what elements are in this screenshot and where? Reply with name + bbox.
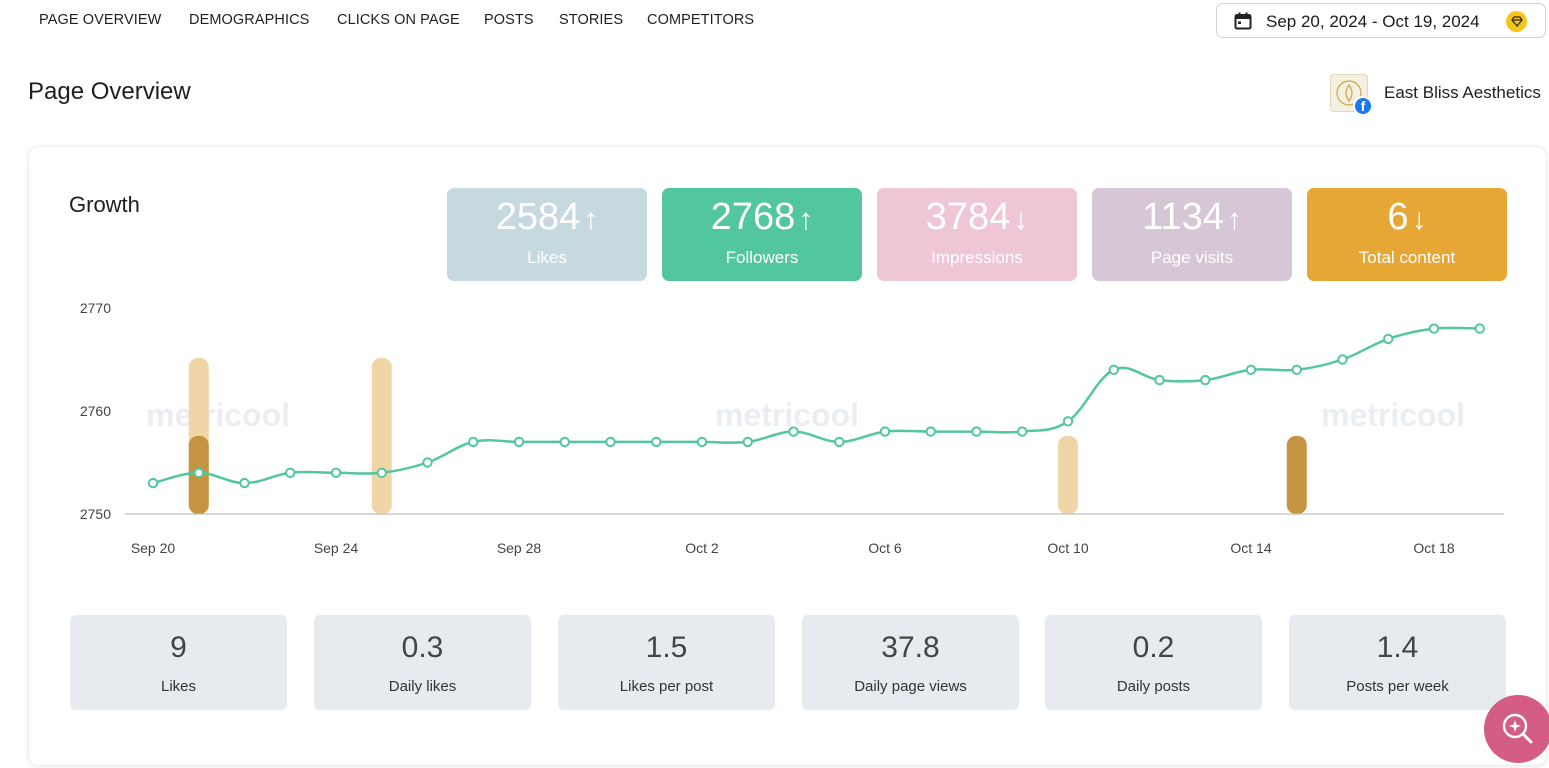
stat-label: Likes bbox=[160, 678, 197, 695]
followers-point bbox=[422, 457, 433, 468]
stat-value: 0.2 bbox=[1132, 631, 1175, 664]
y-tick-label: 2750 bbox=[80, 506, 111, 522]
x-tick-label: Oct 10 bbox=[1047, 540, 1088, 556]
content-bar-light bbox=[371, 358, 392, 514]
followers-point bbox=[330, 467, 342, 478]
followers-point bbox=[239, 477, 250, 489]
growth-chart: metricool metricool metricool 2750 2760 2770 S… bbox=[80, 300, 1504, 556]
followers-point bbox=[376, 467, 387, 478]
followers-point bbox=[1428, 323, 1440, 334]
metricool-watermark: metricool bbox=[1321, 397, 1465, 433]
x-tick-label: Oct 2 bbox=[685, 540, 719, 556]
stat-value: 1.4 bbox=[1376, 631, 1419, 664]
x-tick-label: Sep 20 bbox=[131, 540, 176, 556]
stat-label: Posts per week bbox=[1346, 678, 1449, 695]
stat-value: 0.3 bbox=[401, 631, 444, 664]
ai-assistant-button[interactable] bbox=[1484, 695, 1549, 763]
followers-point bbox=[513, 436, 525, 448]
followers-point bbox=[742, 436, 753, 448]
followers-point bbox=[925, 426, 936, 437]
followers-point bbox=[1245, 364, 1257, 375]
y-tick-label: 2770 bbox=[80, 300, 111, 316]
stat-label: Likes per post bbox=[619, 678, 714, 695]
followers-point bbox=[1337, 354, 1348, 365]
followers-point bbox=[651, 436, 662, 448]
followers-point bbox=[559, 436, 570, 448]
followers-point bbox=[193, 467, 204, 478]
followers-point bbox=[1291, 364, 1302, 375]
followers-point bbox=[1474, 323, 1485, 334]
followers-point bbox=[788, 426, 799, 437]
stat-label: Daily likes bbox=[388, 678, 457, 695]
followers-point bbox=[285, 467, 296, 478]
metricool-watermark: metricool bbox=[146, 397, 290, 433]
x-tick-label: Oct 6 bbox=[868, 540, 902, 556]
followers-point bbox=[971, 426, 982, 437]
followers-point bbox=[147, 477, 159, 489]
followers-point bbox=[1154, 374, 1165, 386]
followers-point bbox=[879, 426, 891, 437]
content-bar-light bbox=[1058, 436, 1078, 514]
followers-point bbox=[468, 436, 479, 448]
stat-posts-per-week: 1.4 Posts per week bbox=[1289, 615, 1506, 710]
ai-search-icon bbox=[1502, 713, 1533, 744]
followers-point bbox=[834, 436, 845, 448]
x-tick-label: Oct 18 bbox=[1413, 540, 1454, 556]
stat-daily-page-views: 37.8 Daily page views bbox=[802, 615, 1019, 710]
followers-point bbox=[605, 436, 616, 448]
stat-daily-posts: 0.2 Daily posts bbox=[1045, 615, 1262, 710]
x-tick-label: Sep 24 bbox=[314, 540, 359, 556]
stat-value: 9 bbox=[170, 631, 187, 664]
followers-point bbox=[1108, 364, 1119, 375]
followers-point bbox=[696, 436, 708, 448]
stat-value: 1.5 bbox=[645, 631, 688, 664]
stat-daily-likes: 0.3 Daily likes bbox=[314, 615, 531, 710]
stat-likes-per-post: 1.5 Likes per post bbox=[558, 615, 775, 710]
x-tick-label: Oct 14 bbox=[1230, 540, 1271, 556]
y-tick-label: 2760 bbox=[80, 403, 111, 419]
stat-likes: 9 Likes bbox=[70, 615, 287, 710]
stat-label: Daily page views bbox=[854, 678, 967, 695]
content-bar-dark bbox=[1286, 436, 1307, 514]
stat-label: Daily posts bbox=[1116, 678, 1191, 695]
followers-point bbox=[1062, 416, 1074, 427]
followers-point bbox=[1383, 333, 1394, 345]
metricool-watermark: metricool bbox=[715, 397, 859, 433]
stat-value: 37.8 bbox=[881, 631, 940, 664]
followers-point bbox=[1200, 374, 1211, 386]
x-tick-label: Sep 28 bbox=[497, 540, 542, 556]
followers-point bbox=[1017, 426, 1028, 437]
